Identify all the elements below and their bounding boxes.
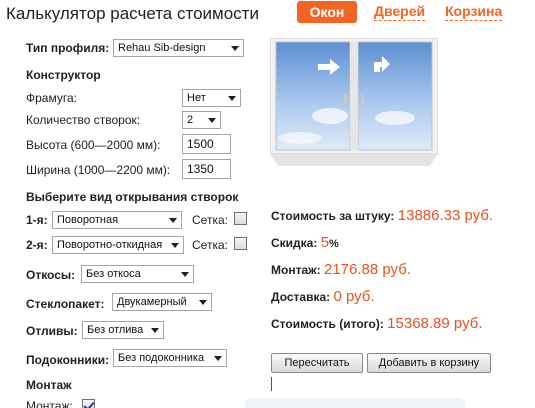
sashes-select[interactable]: 2	[182, 111, 221, 129]
sash2-select[interactable]: Поворотно-откидная	[52, 236, 184, 254]
profile-label: Тип профиля:	[26, 41, 110, 55]
total-row: Стоимость (итого): 15368.89 руб.	[271, 315, 483, 332]
transom-label: Фрамуга:	[26, 91, 77, 105]
tab-cart[interactable]: Корзина	[445, 3, 503, 21]
sash2-label: 2-я:	[26, 238, 48, 252]
total-label: Стоимость (итого):	[271, 317, 384, 331]
header: Калькулятор расчета стоимости Окон Двере…	[0, 0, 535, 28]
chevron-down-icon	[214, 356, 222, 361]
chevron-down-icon	[171, 243, 179, 248]
unit-price-label: Стоимость за штуку:	[271, 209, 395, 223]
text-cursor	[271, 377, 272, 391]
sashes-label: Количество створок:	[26, 113, 141, 127]
mesh2-label: Сетка:	[192, 238, 228, 252]
drip-label: Отливы:	[26, 324, 78, 338]
profile-select[interactable]: Rehau Sib-design	[113, 39, 244, 57]
drip-select[interactable]: Без отлива	[82, 321, 164, 339]
window-preview-image	[270, 38, 438, 166]
mount-checkbox[interactable]	[82, 399, 95, 408]
transom-select[interactable]: Нет	[182, 89, 241, 107]
tab-windows[interactable]: Окон	[297, 1, 357, 23]
install-label: Монтаж:	[271, 263, 321, 277]
slopes-label: Откосы:	[26, 268, 76, 282]
sash2-select-value: Поворотно-откидная	[57, 239, 163, 251]
width-label: Ширина (1000—2200 мм):	[26, 163, 171, 177]
glass-label: Стеклопакет:	[26, 297, 105, 311]
sash1-label: 1-я:	[26, 213, 48, 227]
install-value: 2176.88 руб.	[323, 261, 411, 278]
sill-select-value: Без подоконника	[118, 352, 205, 364]
slopes-select-value: Без откоса	[86, 268, 141, 280]
sash1-select[interactable]: Поворотная	[52, 211, 182, 229]
glass-select-value: Двукамерный	[117, 296, 187, 308]
delivery-row: Доставка: 0 руб.	[271, 288, 375, 305]
discount-row: Скидка: 5%	[271, 234, 339, 251]
mesh1-checkbox[interactable]	[234, 212, 247, 225]
height-input[interactable]: 1500	[182, 134, 231, 154]
sash1-select-value: Поворотная	[57, 214, 119, 226]
width-input[interactable]: 1350	[182, 159, 231, 179]
discount-value: 5	[320, 234, 330, 251]
drip-select-value: Без отлива	[87, 324, 144, 336]
chevron-down-icon	[199, 300, 207, 305]
chevron-down-icon	[151, 328, 159, 333]
mesh1-label: Сетка:	[192, 213, 228, 227]
glass-select[interactable]: Двукамерный	[112, 293, 212, 311]
total-value: 15368.89 руб.	[387, 315, 483, 332]
chevron-down-icon	[228, 96, 236, 101]
delivery-label: Доставка:	[271, 290, 331, 304]
chevron-down-icon	[208, 118, 216, 123]
profile-select-value: Rehau Sib-design	[118, 42, 206, 54]
page-title: Калькулятор расчета стоимости	[6, 4, 259, 23]
discount-label: Скидка:	[271, 236, 318, 250]
sashes-select-value: 2	[187, 114, 194, 126]
mount-heading: Монтаж	[26, 378, 72, 392]
height-label: Высота (600—2000 мм):	[26, 138, 161, 152]
unit-price-row: Стоимость за штуку: 13886.33 руб.	[271, 207, 493, 224]
sill-select[interactable]: Без подоконника	[113, 349, 227, 367]
add-to-cart-button[interactable]: Добавить в корзину	[367, 353, 491, 373]
transom-select-value: Нет	[187, 92, 206, 104]
constructor-heading: Конструктор	[26, 68, 101, 82]
opening-heading: Выберите вид открывания створок	[26, 190, 239, 204]
tab-doors[interactable]: Дверей	[374, 3, 426, 21]
sill-label: Подоконники:	[26, 353, 110, 367]
install-row: Монтаж: 2176.88 руб.	[271, 261, 411, 278]
bottom-panel	[245, 398, 465, 408]
delivery-value: 0 руб.	[333, 288, 375, 305]
slopes-select[interactable]: Без откоса	[81, 265, 194, 283]
chevron-down-icon	[231, 46, 239, 51]
unit-price-value: 13886.33 руб.	[397, 207, 494, 224]
discount-unit: %	[329, 238, 339, 250]
chevron-down-icon	[169, 218, 177, 223]
recalculate-button[interactable]: Пересчитать	[271, 353, 363, 373]
chevron-down-icon	[181, 272, 189, 277]
mount-label: Монтаж:	[26, 399, 73, 408]
mesh2-checkbox[interactable]	[234, 237, 247, 250]
